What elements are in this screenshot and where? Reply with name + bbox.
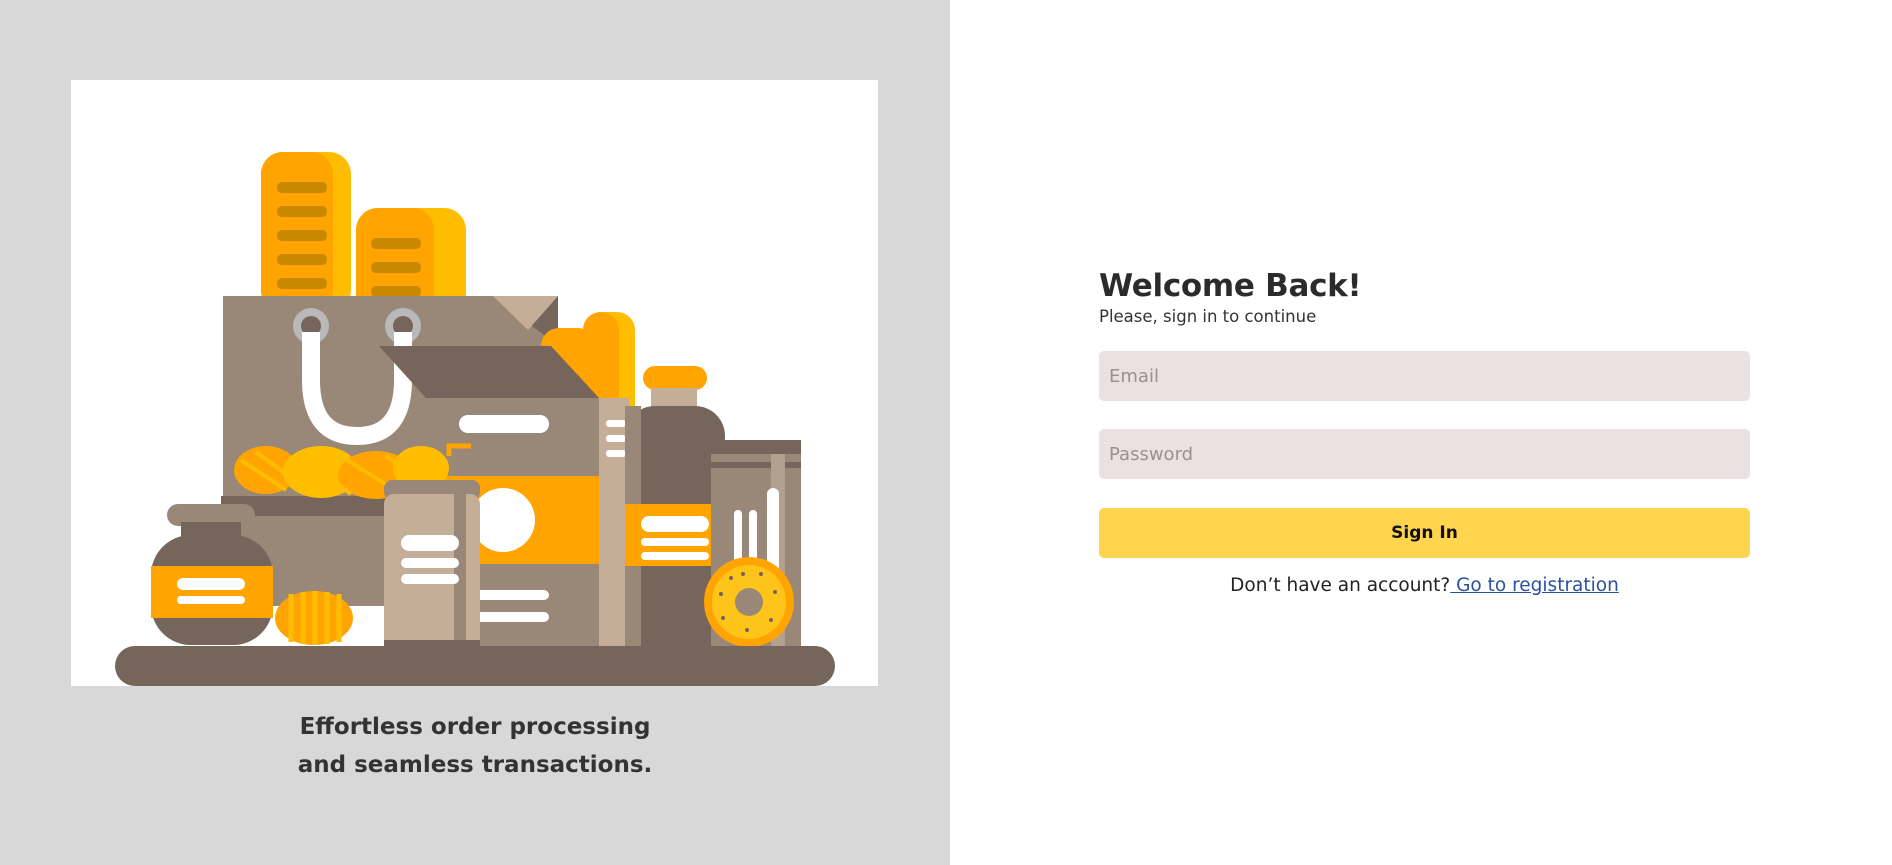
register-prompt: Don’t have an account? Go to registratio…: [1099, 575, 1750, 596]
sign-in-button[interactable]: Sign In: [1099, 508, 1750, 558]
registration-link[interactable]: Go to registration: [1450, 575, 1619, 596]
page-subtitle: Please, sign in to continue: [1099, 307, 1317, 326]
password-field[interactable]: [1099, 429, 1750, 479]
tagline-line-2: and seamless transactions.: [297, 752, 653, 778]
tagline: Effortless order processing and seamless…: [0, 708, 950, 784]
no-account-text: Don’t have an account?: [1230, 575, 1451, 596]
right-panel: Welcome Back! Please, sign in to continu…: [950, 0, 1892, 865]
left-panel: Effortless order processing and seamless…: [0, 0, 950, 865]
sign-in-form: Welcome Back! Please, sign in to continu…: [1099, 266, 1750, 596]
tagline-line-1: Effortless order processing: [299, 714, 651, 740]
grocery-illustration: [71, 80, 878, 686]
page-title: Welcome Back!: [1099, 268, 1362, 304]
email-field[interactable]: [1099, 351, 1750, 401]
